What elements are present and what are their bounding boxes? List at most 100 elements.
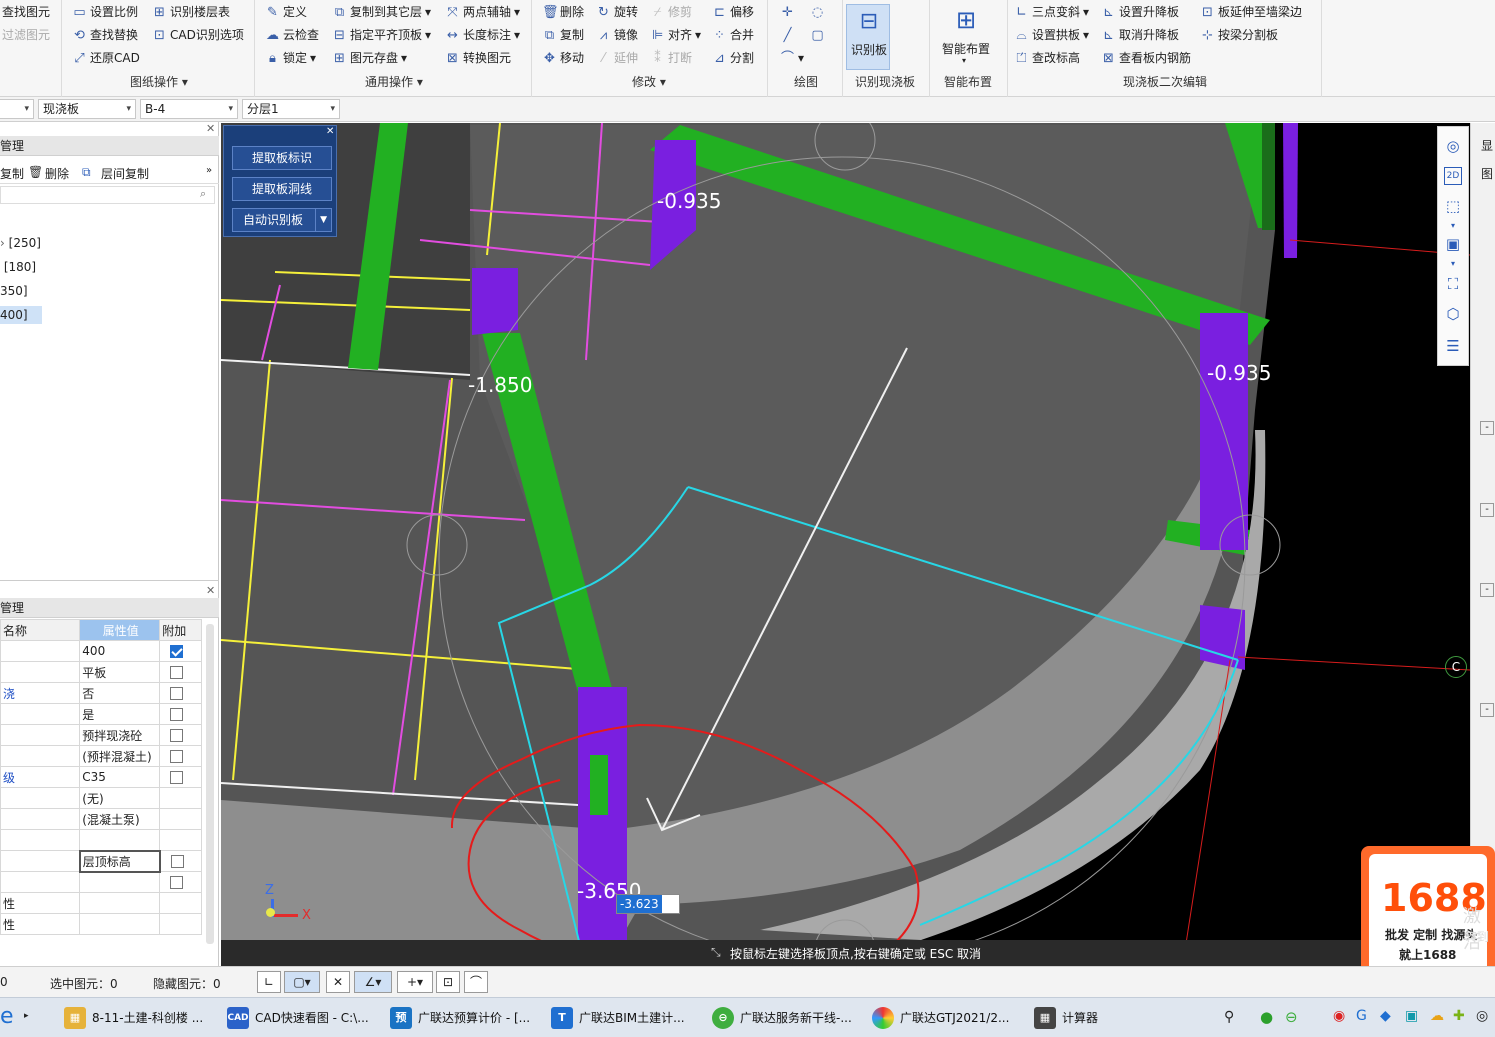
split-button[interactable]: ⊿ 分割: [712, 48, 754, 68]
property-checkbox[interactable]: [170, 771, 184, 784]
fit-view-icon[interactable]: ⛶: [1442, 273, 1464, 295]
two-point-axis-button[interactable]: ⤧ 两点辅轴 ▾: [445, 2, 520, 22]
extend-slab-button[interactable]: ⊡ 板延伸至墙梁边: [1200, 2, 1302, 22]
property-checkbox[interactable]: [170, 708, 184, 721]
filter-element-button[interactable]: 过滤图元: [2, 25, 50, 45]
lock-button[interactable]: 🔒︎ 锁定 ▾: [265, 48, 316, 68]
ortho-toggle[interactable]: ∟: [257, 971, 281, 993]
delete-component-button[interactable]: 删除: [45, 165, 69, 182]
taskbar-item[interactable]: ▦ 计算器: [1034, 1002, 1098, 1034]
tray-icon[interactable]: ◎: [1476, 1008, 1488, 1024]
property-row[interactable]: [0, 829, 202, 851]
tree-item[interactable]: [180]: [0, 258, 36, 276]
taskbar-item[interactable]: ▦ 8-11-土建-科创楼 ...: [64, 1002, 203, 1034]
identify-floor-table-button[interactable]: ⊞ 识别楼层表: [152, 2, 230, 22]
tray-icon[interactable]: ◉: [1333, 1008, 1345, 1024]
offset-button[interactable]: ⊏ 偏移: [712, 2, 754, 22]
extract-slab-mark-button[interactable]: 提取板标识: [232, 146, 332, 170]
property-checkbox[interactable]: [170, 876, 184, 889]
property-value[interactable]: 否: [79, 682, 161, 704]
taskbar-item[interactable]: 广联达GTJ2021/2...: [872, 1002, 1009, 1034]
tree-item[interactable]: 350]: [0, 282, 28, 300]
dynamic-input-toggle[interactable]: ⊡: [436, 971, 460, 993]
property-row[interactable]: 性: [0, 892, 202, 914]
property-row[interactable]: 性: [0, 913, 202, 935]
scrollbar[interactable]: [206, 624, 214, 944]
arrow-right-icon[interactable]: ▸: [24, 1011, 29, 1021]
component-search-input[interactable]: ⌕: [0, 186, 215, 204]
trim-button[interactable]: ⌿ 修剪: [650, 2, 692, 22]
property-row[interactable]: 预拌现浇砼: [0, 724, 202, 746]
merge-button[interactable]: ⁘ 合并: [712, 25, 754, 45]
taskbar-item[interactable]: ⊖ 广联达服务新干线-...: [712, 1002, 852, 1034]
extract-slab-hole-button[interactable]: 提取板洞线: [232, 177, 332, 201]
find-element-button[interactable]: 查找图元: [2, 2, 50, 22]
define-button[interactable]: ✎ 定义: [265, 2, 307, 22]
convert-element-button[interactable]: ⊠ 转换图元: [445, 48, 511, 68]
property-checkbox[interactable]: [170, 750, 184, 763]
arc-toggle[interactable]: ⌒: [464, 971, 488, 993]
property-checkbox[interactable]: [170, 666, 184, 679]
ad-popup[interactable]: 1688 批发 定制 找源头 就上1688 激活 转到: [1361, 846, 1495, 984]
rect-draw-button[interactable]: ▢: [810, 25, 825, 45]
model-canvas[interactable]: [221, 123, 1470, 966]
tray-icon[interactable]: ⊖: [1285, 1008, 1298, 1026]
set-scale-button[interactable]: ▭ 设置比例: [72, 2, 138, 22]
arc-draw-button[interactable]: ⌒ ▾: [780, 48, 804, 68]
chevron-down-icon[interactable]: ▼: [315, 209, 327, 231]
property-row[interactable]: 层顶标高: [0, 849, 202, 873]
2d-view-icon[interactable]: 2D: [1444, 167, 1462, 185]
property-value[interactable]: (预拌混凝土): [79, 745, 161, 767]
auto-identify-button[interactable]: 自动识别板 ▼: [232, 208, 332, 232]
property-row[interactable]: 400: [0, 640, 202, 662]
taskbar-item[interactable]: T 广联达BIM土建计...: [551, 1002, 685, 1034]
property-value[interactable]: C35: [79, 766, 161, 788]
tray-icon[interactable]: ◆: [1380, 1008, 1391, 1024]
wechat-icon[interactable]: ●: [1260, 1008, 1273, 1026]
delete-button[interactable]: 🗑︎ 删除: [542, 2, 584, 22]
tray-icon[interactable]: G: [1356, 1008, 1367, 1024]
tree-item-selected[interactable]: 400]: [0, 306, 42, 324]
align-top-button[interactable]: ⊟ 指定平齐顶板 ▾: [332, 25, 431, 45]
element-select[interactable]: B-4 ▾: [140, 99, 238, 119]
move-button[interactable]: ✥ 移动: [542, 48, 584, 68]
restore-cad-button[interactable]: ⤢ 还原CAD: [72, 48, 140, 68]
property-value[interactable]: 400: [79, 640, 161, 662]
property-row[interactable]: 平板: [0, 661, 202, 683]
set-arch-button[interactable]: ⌓ 设置拱板 ▾: [1014, 25, 1089, 45]
set-lift-slab-button[interactable]: ⊾ 设置升降板: [1101, 2, 1179, 22]
property-value[interactable]: (无): [79, 787, 161, 809]
layer-select[interactable]: 分层1 ▾: [242, 99, 340, 119]
point-draw-button[interactable]: ✛: [780, 2, 795, 22]
split-by-beam-button[interactable]: ⊹ 按梁分割板: [1200, 25, 1278, 45]
property-value[interactable]: 平板: [79, 661, 161, 683]
view-rebar-button[interactable]: ⊠ 查看板内钢筋: [1101, 48, 1191, 68]
extend-button[interactable]: ⁄ 延伸: [596, 48, 638, 68]
tray-icon[interactable]: ☁: [1430, 1008, 1444, 1024]
ie-icon[interactable]: e: [0, 1004, 14, 1029]
rotate-button[interactable]: ↻ 旋转: [596, 2, 638, 22]
3d-viewport[interactable]: -0.935 -0.935 -1.850 -3.650 -3.623 Z X C…: [221, 123, 1470, 966]
mirror-button[interactable]: ⩘ 镜像: [596, 25, 638, 45]
three-point-slope-button[interactable]: ∟ 三点变斜 ▾: [1014, 2, 1089, 22]
category-select[interactable]: ▾: [0, 99, 34, 119]
property-checkbox[interactable]: [170, 855, 184, 868]
cloud-check-button[interactable]: ☁ 云检查: [265, 25, 319, 45]
people-icon[interactable]: ⚲: [1224, 1009, 1234, 1025]
property-value[interactable]: [79, 829, 161, 851]
property-row[interactable]: (混凝土泵): [0, 808, 202, 830]
collapse-icon[interactable]: -: [1480, 703, 1494, 717]
smart-place-button[interactable]: ⊞ 智能布置 ▾: [936, 4, 996, 70]
check-elevation-button[interactable]: ⏍ 查改标高: [1014, 48, 1080, 68]
copy-button[interactable]: ⧉ 复制: [542, 25, 584, 45]
property-row[interactable]: (预拌混凝土): [0, 745, 202, 767]
close-icon[interactable]: ✕: [206, 584, 215, 597]
cad-options-button[interactable]: ⊡ CAD识别选项: [152, 25, 244, 45]
chevron-down-icon[interactable]: ▾: [1442, 253, 1464, 275]
property-value[interactable]: 是: [79, 703, 161, 725]
property-checkbox[interactable]: [170, 645, 184, 658]
tray-icon[interactable]: ✚: [1453, 1008, 1465, 1024]
property-row[interactable]: [0, 871, 202, 893]
copy-to-layer-button[interactable]: ⧉ 复制到其它层 ▾: [332, 2, 431, 22]
list-view-icon[interactable]: ☰: [1442, 335, 1464, 357]
